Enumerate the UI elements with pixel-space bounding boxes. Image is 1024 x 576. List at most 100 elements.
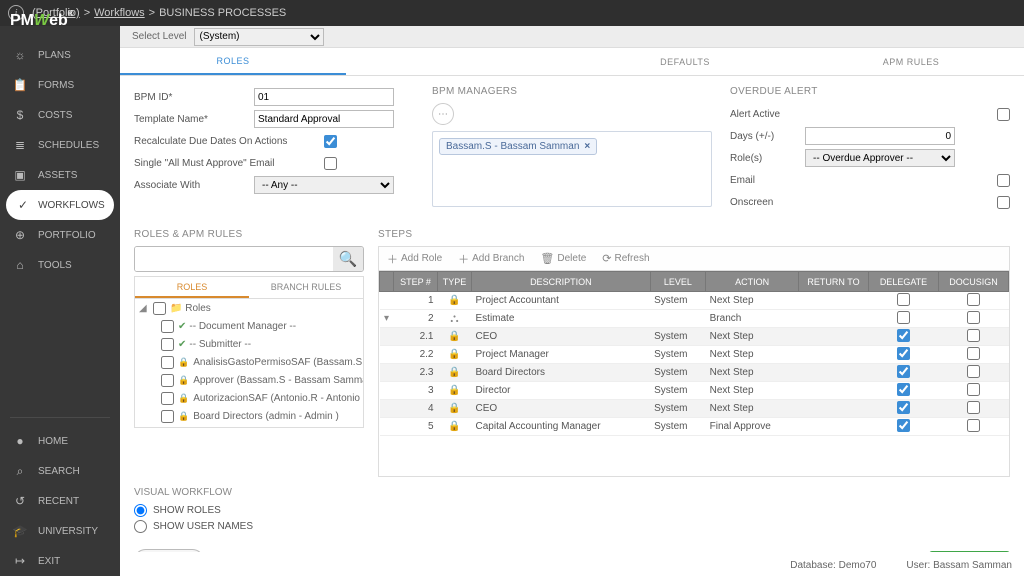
tree-item[interactable]: ✔-- Document Manager -- [135, 317, 363, 335]
roles-tree[interactable]: ◢📁 Roles✔-- Document Manager --✔-- Submi… [134, 298, 364, 428]
nav-label: SCHEDULES [38, 140, 99, 151]
table-row[interactable]: 2.3🔒Board DirectorsSystemNext Step [380, 364, 1009, 382]
select-level-label: Select Level [132, 31, 186, 42]
nav-label: PLANS [38, 50, 71, 61]
tree-item[interactable]: ✔-- Submitter -- [135, 335, 363, 353]
tree-item[interactable]: 🔒Approver (Bassam.S - Bassam Samman) [135, 371, 363, 389]
visual-title: VISUAL WORKFLOW [134, 487, 1010, 498]
sidebar-item-forms[interactable]: 📋 FORMS [0, 70, 120, 100]
sidebar-item-exit[interactable]: ↦ EXIT [0, 546, 120, 576]
table-row[interactable]: 5🔒Capital Accounting ManagerSystemFinal … [380, 418, 1009, 436]
main-tabs: ROLES DEFAULTS APM RULES [120, 48, 1024, 76]
tree-item[interactable]: 🔒AnalisisGastoPermisoSAF (Bassam.S - Bas… [135, 353, 363, 371]
single-label: Single "All Must Approve" Email [134, 158, 324, 169]
show-users-radio[interactable] [134, 520, 147, 533]
sidebar-item-home[interactable]: ● HOME [0, 426, 120, 456]
show-roles-radio[interactable] [134, 504, 147, 517]
show-roles-label: SHOW ROLES [153, 505, 221, 516]
nav-icon: ● [12, 434, 28, 448]
roles-select[interactable]: -- Overdue Approver -- [805, 149, 955, 167]
sidebar-item-tools[interactable]: ⌂TOOLS [0, 250, 120, 280]
nav-label: WORKFLOWS [38, 200, 105, 211]
nav-label: FORMS [38, 80, 74, 91]
table-row[interactable]: 3🔒DirectorSystemNext Step [380, 382, 1009, 400]
managers-title: BPM MANAGERS [432, 86, 712, 97]
logo: PMWeb® [0, 6, 120, 36]
tab-1[interactable] [346, 48, 572, 75]
roles-label: Role(s) [730, 153, 805, 164]
associate-select[interactable]: -- Any -- [254, 176, 394, 194]
template-name-input[interactable] [254, 110, 394, 128]
managers-box[interactable]: Bassam.S - Bassam Samman× [432, 131, 712, 207]
table-row[interactable]: 2.2🔒Project ManagerSystemNext Step [380, 346, 1009, 364]
days-input[interactable] [805, 127, 955, 145]
manager-tag[interactable]: Bassam.S - Bassam Samman× [439, 138, 597, 155]
sidebar-item-plans[interactable]: ☼ PLANS [0, 40, 120, 70]
tab-apm-rules[interactable]: APM RULES [798, 48, 1024, 75]
refresh-button[interactable]: ⟳Refresh [594, 252, 657, 265]
nav-label: PORTFOLIO [38, 230, 96, 241]
recalc-checkbox[interactable] [324, 135, 337, 148]
table-row[interactable]: 1🔒Project AccountantSystemNext Step [380, 292, 1009, 310]
sidebar-item-costs[interactable]: $COSTS [0, 100, 120, 130]
nav-label: SEARCH [38, 466, 80, 477]
managers-more-button[interactable]: ⋯ [432, 103, 454, 125]
mini-tab-branch[interactable]: BRANCH RULES [249, 277, 363, 298]
mini-tab-roles[interactable]: ROLES [135, 277, 249, 298]
sidebar-item-workflows[interactable]: ✓ WORKFLOWS [6, 190, 114, 220]
footer-user: User: Bassam Samman [906, 560, 1012, 571]
breadcrumb-page: BUSINESS PROCESSES [159, 7, 286, 19]
nav-icon: ✓ [18, 198, 28, 212]
steps-grid[interactable]: STEP #TYPEDESCRIPTIONLEVELACTIONRETURN T… [379, 271, 1009, 436]
steps-panel: STEPS ＋Add Role ＋Add Branch 🗑Delete ⟳Ref… [378, 223, 1010, 477]
status-bar: Database: Demo70 User: Bassam Samman [778, 554, 1024, 576]
alert-active-checkbox[interactable] [997, 108, 1010, 121]
sidebar-item-schedules[interactable]: ≣SCHEDULES [0, 130, 120, 160]
tree-item[interactable]: 🔒Business Group Head of Finance (admin -… [135, 425, 363, 428]
tree-item[interactable]: 🔒Board Directors (admin - Admin ) [135, 407, 363, 425]
nav-label: EXIT [38, 556, 60, 567]
nav-icon: $ [12, 108, 28, 122]
managers-col: BPM MANAGERS ⋯ Bassam.S - Bassam Samman× [432, 86, 712, 213]
tag-remove-icon[interactable]: × [584, 141, 590, 152]
sidebar-item-recent[interactable]: ↺RECENT [0, 486, 120, 516]
nav-icon: 📋 [12, 78, 28, 92]
add-role-button[interactable]: ＋Add Role [379, 251, 450, 267]
table-row[interactable]: ▾2⛬EstimateBranch [380, 310, 1009, 328]
delete-button[interactable]: 🗑Delete [532, 252, 594, 265]
tree-item[interactable]: 🔒AutorizacionSAF (Antonio.R - Antonio Re… [135, 389, 363, 407]
onscreen-checkbox[interactable] [997, 196, 1010, 209]
search-icon[interactable]: 🔍 [333, 247, 363, 271]
overdue-col: OVERDUE ALERT Alert Active Days (+/-) Ro… [730, 86, 1010, 213]
nav-icon: ☼ [12, 48, 28, 62]
roles-search: 🔍 [134, 246, 364, 272]
bpm-id-input[interactable] [254, 88, 394, 106]
node-final-approve[interactable]: FINAL APPROVE [929, 551, 1010, 552]
sidebar-item-university[interactable]: 🎓UNIVERSITY [0, 516, 120, 546]
roles-search-input[interactable] [135, 247, 333, 271]
top-bar: i (Portfolio) > Workflows > BUSINESS PRO… [0, 0, 1024, 26]
select-level[interactable]: (System) [194, 28, 324, 46]
sidebar-item-portfolio[interactable]: ⊕PORTFOLIO [0, 220, 120, 250]
node-submitter[interactable]: SUBMITTER [134, 549, 204, 552]
sidebar-item-search[interactable]: ⌕SEARCH [0, 456, 120, 486]
email-checkbox[interactable] [997, 174, 1010, 187]
template-name-label: Template Name* [134, 114, 254, 125]
form-col: BPM ID* Template Name* Recalculate Due D… [134, 86, 414, 213]
steps-title: STEPS [378, 229, 1010, 240]
roles-panel-title: ROLES & APM RULES [134, 229, 364, 240]
nav-label: UNIVERSITY [38, 526, 98, 537]
nav-icon: ↦ [12, 554, 28, 568]
tab-roles[interactable]: ROLES [120, 48, 346, 75]
sidebar-item-assets[interactable]: ▣ASSETS [0, 160, 120, 190]
level-bar: Select Level (System) [120, 26, 1024, 48]
associate-label: Associate With [134, 180, 254, 191]
nav-label: HOME [38, 436, 68, 447]
single-checkbox[interactable] [324, 157, 337, 170]
tab-defaults[interactable]: DEFAULTS [572, 48, 798, 75]
main: Select Level (System) ROLES DEFAULTS APM… [120, 26, 1024, 576]
workflow-diagram: SUBMITTER WITHDRAW PROJECT ACCOUNTANT ES… [134, 549, 1010, 552]
table-row[interactable]: 4🔒CEOSystemNext Step [380, 400, 1009, 418]
table-row[interactable]: 2.1🔒CEOSystemNext Step [380, 328, 1009, 346]
add-branch-button[interactable]: ＋Add Branch [450, 251, 532, 267]
